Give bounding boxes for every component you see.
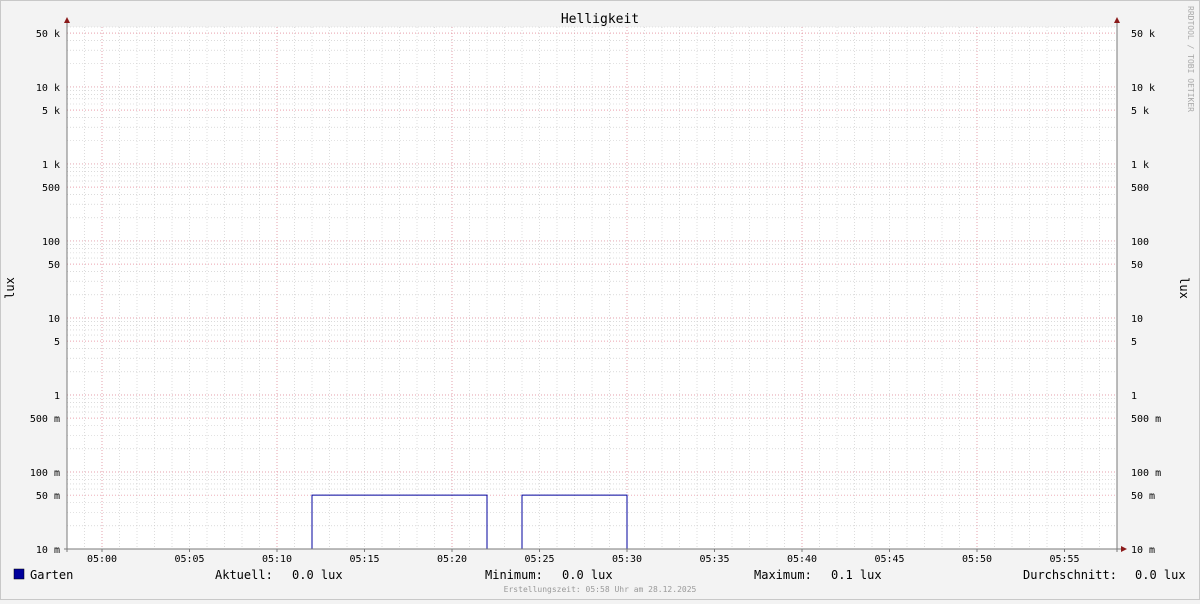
legend-stat-value-maximum: 0.1 lux bbox=[831, 568, 882, 582]
x-tick-label: 05:40 bbox=[787, 554, 817, 565]
legend-stat-label-average: Durchschnitt: bbox=[1023, 568, 1117, 582]
y-tick-label-left: 10 m bbox=[36, 545, 60, 556]
y-tick-label-left: 10 k bbox=[36, 83, 60, 94]
y-tick-label-left: 500 bbox=[42, 183, 60, 194]
y-tick-label-right: 50 bbox=[1131, 260, 1143, 271]
y-tick-label-right: 1 k bbox=[1131, 160, 1149, 171]
x-tick-label: 05:10 bbox=[262, 554, 292, 565]
y-tick-label-left: 50 m bbox=[36, 491, 60, 502]
y-tick-labels-right: 50 k 10 k 5 k 1 k 500 100 50 10 5 1 500 m 100 m 50 m… bbox=[1131, 29, 1161, 556]
y-tick-label-right: 50 k bbox=[1131, 29, 1155, 40]
chart-svg: 50 k 10 k 5 k 1 k 500 100 50 10 5 1 500 m 100 m 50 m… bbox=[3, 6, 1195, 594]
legend-stat-value-minimum: 0.0 lux bbox=[562, 568, 613, 582]
x-tick-label: 05:15 bbox=[349, 554, 379, 565]
y-tick-labels-left: 50 k 10 k 5 k 1 k 500 100 50 10 5 1 500 m 100 m 50 m… bbox=[30, 29, 60, 556]
y-tick-label-right: 500 m bbox=[1131, 414, 1161, 425]
x-tick-label: 05:45 bbox=[874, 554, 904, 565]
legend-stat-label-minimum: Minimum: bbox=[485, 568, 543, 582]
y-tick-label-right: 1 bbox=[1131, 391, 1137, 402]
y-tick-label-left: 500 m bbox=[30, 414, 60, 425]
y-tick-label-left: 100 m bbox=[30, 468, 60, 479]
legend-stat-label-maximum: Maximum: bbox=[754, 568, 812, 582]
x-tick-label: 05:05 bbox=[174, 554, 204, 565]
y-tick-label-right: 500 bbox=[1131, 183, 1149, 194]
footer-timestamp: Erstellungszeit: 05:58 Uhr am 28.12.2025 bbox=[504, 585, 697, 594]
chart-image: 50 k 10 k 5 k 1 k 500 100 50 10 5 1 500 m 100 m 50 m… bbox=[0, 0, 1200, 600]
y-axis-label-right: lux bbox=[1177, 277, 1191, 299]
y-tick-label-left: 50 k bbox=[36, 29, 60, 40]
x-tick-labels: 05:00 05:05 05:10 05:15 05:20 05:25 05:30 05:35… bbox=[87, 554, 1080, 565]
y-tick-label-left: 100 bbox=[42, 237, 60, 248]
x-tick-label: 05:35 bbox=[699, 554, 729, 565]
y-tick-label-left: 50 bbox=[48, 260, 60, 271]
x-tick-label: 05:30 bbox=[612, 554, 642, 565]
y-tick-label-right: 100 bbox=[1131, 237, 1149, 248]
legend-stat-label-current: Aktuell: bbox=[215, 568, 273, 582]
y-tick-label-right: 10 bbox=[1131, 314, 1143, 325]
y-tick-label-left: 1 bbox=[54, 391, 60, 402]
x-tick-label: 05:00 bbox=[87, 554, 117, 565]
y-tick-label-right: 5 bbox=[1131, 337, 1137, 348]
y-axis-arrow-left bbox=[64, 17, 70, 23]
legend: Garten Aktuell: 0.0 lux Minimum: 0.0 lux… bbox=[13, 568, 1186, 582]
y-tick-label-left: 5 k bbox=[42, 106, 60, 117]
y-tick-label-right: 5 k bbox=[1131, 106, 1149, 117]
y-axis-label-left: lux bbox=[3, 277, 17, 299]
x-tick-label: 05:20 bbox=[437, 554, 467, 565]
y-axis-arrow-right bbox=[1114, 17, 1120, 23]
y-tick-label-right: 10 k bbox=[1131, 83, 1155, 94]
x-axis-arrow bbox=[1121, 546, 1127, 552]
y-tick-label-left: 1 k bbox=[42, 160, 60, 171]
legend-stat-value-average: 0.0 lux bbox=[1135, 568, 1186, 582]
legend-stat-value-current: 0.0 lux bbox=[292, 568, 343, 582]
y-tick-label-right: 10 m bbox=[1131, 545, 1155, 556]
y-tick-label-left: 5 bbox=[54, 337, 60, 348]
x-tick-label: 05:25 bbox=[524, 554, 554, 565]
chart-title: Helligkeit bbox=[561, 12, 639, 27]
x-tick-label: 05:50 bbox=[962, 554, 992, 565]
watermark: RRDTOOL / TOBI OETIKER bbox=[1186, 6, 1195, 112]
y-tick-label-right: 50 m bbox=[1131, 491, 1155, 502]
y-tick-label-right: 100 m bbox=[1131, 468, 1161, 479]
y-tick-label-left: 10 bbox=[48, 314, 60, 325]
legend-series-name: Garten bbox=[30, 568, 73, 582]
legend-swatch bbox=[13, 568, 25, 580]
x-tick-label: 05:55 bbox=[1049, 554, 1079, 565]
